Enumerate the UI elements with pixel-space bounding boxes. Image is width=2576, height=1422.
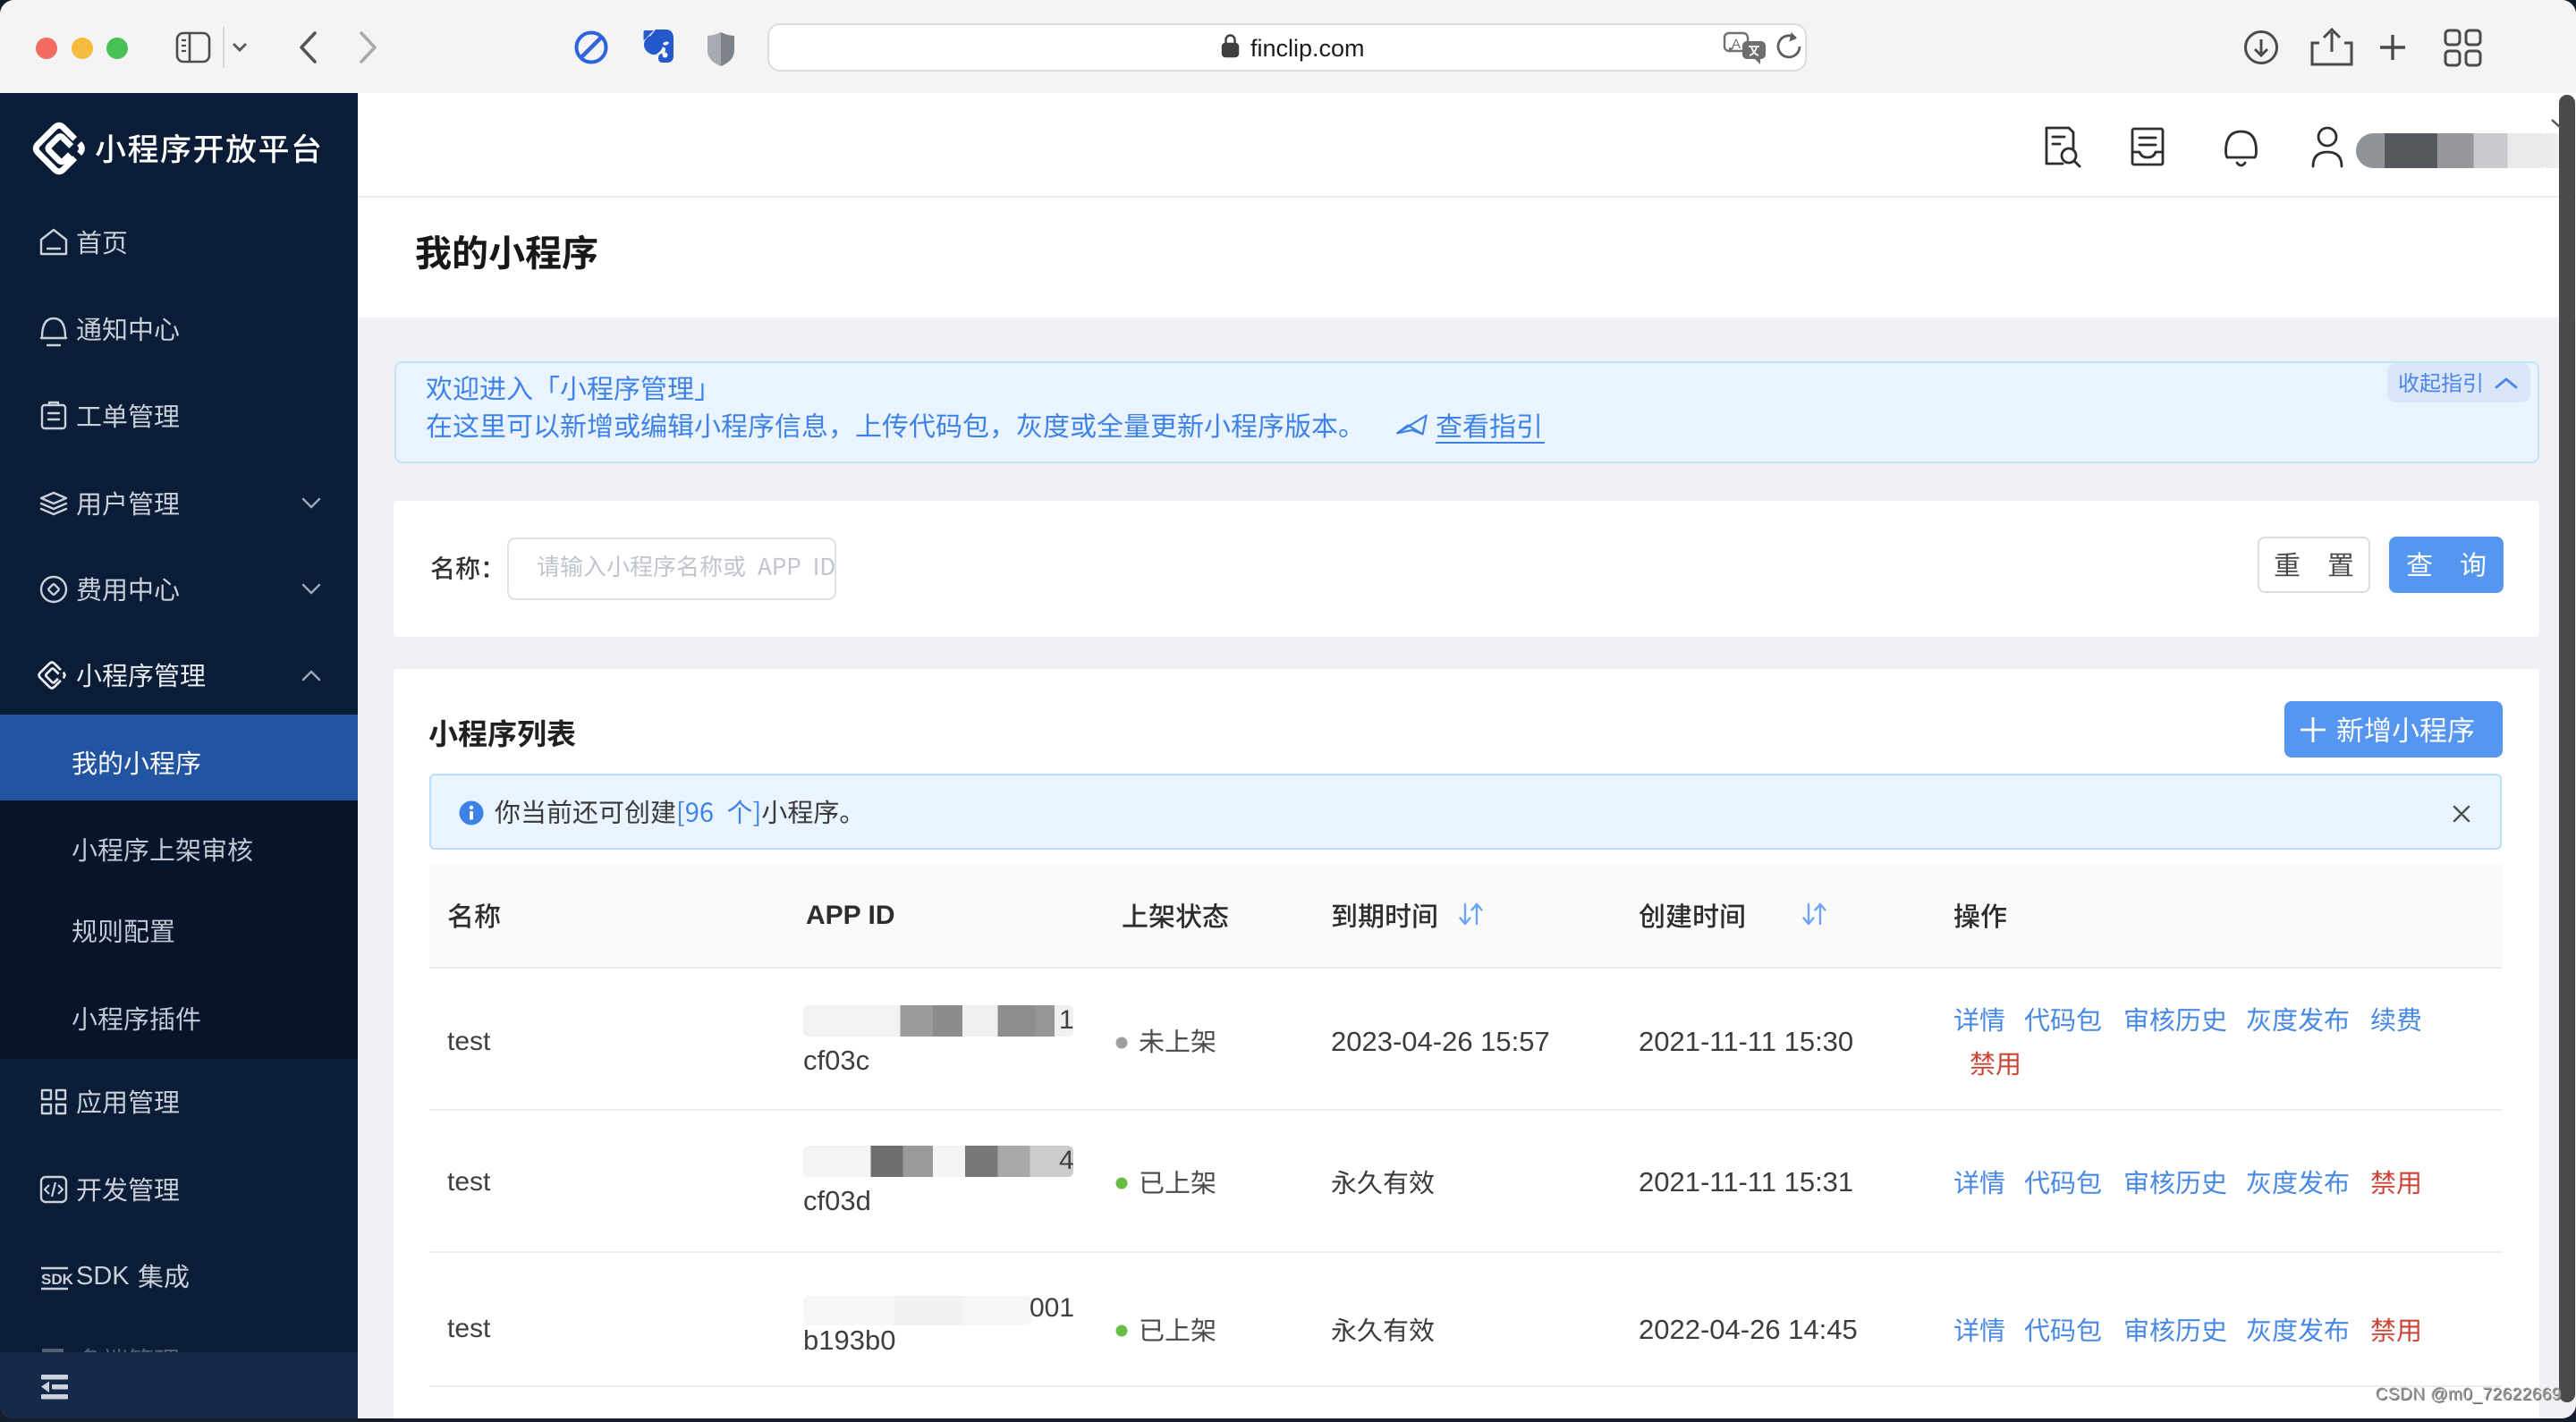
svg-text:A: A xyxy=(1732,37,1741,52)
svg-text:SDK: SDK xyxy=(41,1271,74,1288)
